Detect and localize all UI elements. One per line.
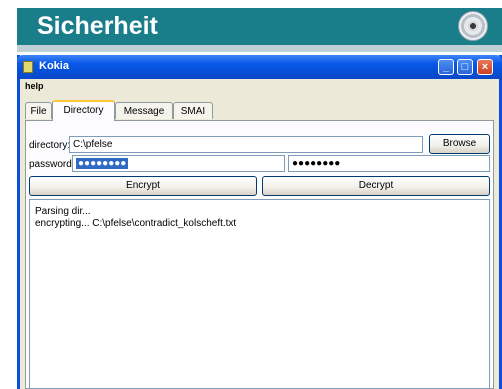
log-line: encrypting... C:\pfelse\contradict_kolsc…: [35, 218, 237, 229]
section-title: Sicherheit: [37, 12, 158, 40]
password-value: ●●●●●●●●: [76, 158, 129, 169]
browse-button[interactable]: Browse: [429, 134, 490, 154]
app-icon: [23, 61, 33, 73]
close-button[interactable]: ×: [477, 59, 493, 75]
menu-help[interactable]: help: [25, 81, 44, 91]
maximize-button[interactable]: □: [457, 59, 473, 75]
log-output[interactable]: Parsing dir... encrypting... C:\pfelse\c…: [29, 199, 490, 389]
decrypt-button[interactable]: Decrypt: [262, 176, 490, 196]
directory-label: directory:: [29, 140, 71, 151]
password-label: password:: [29, 159, 75, 170]
password-confirm-input[interactable]: ●●●●●●●●: [288, 155, 490, 172]
app-window: Kokia _ □ × help File Directory Message …: [17, 55, 502, 389]
log-line: Parsing dir...: [35, 206, 91, 217]
menu-bar: help: [20, 79, 499, 94]
password-input[interactable]: ●●●●●●●●: [72, 155, 285, 172]
minimize-button[interactable]: _: [438, 59, 454, 75]
tab-file[interactable]: File: [25, 102, 52, 119]
header-divider: [17, 45, 502, 52]
tab-message[interactable]: Message: [115, 102, 173, 119]
magazine-header: Sicherheit: [17, 8, 502, 45]
tab-directory[interactable]: Directory: [52, 100, 115, 121]
window-title: Kokia: [39, 60, 69, 72]
cd-disc-icon: [458, 11, 488, 41]
password-confirm-value: ●●●●●●●●: [292, 158, 341, 169]
directory-input[interactable]: C:\pfelse: [69, 136, 423, 153]
title-bar[interactable]: Kokia _ □ ×: [17, 55, 502, 79]
tab-smai[interactable]: SMAI: [173, 102, 213, 119]
directory-value: C:\pfelse: [73, 139, 113, 150]
encrypt-button[interactable]: Encrypt: [29, 176, 257, 196]
